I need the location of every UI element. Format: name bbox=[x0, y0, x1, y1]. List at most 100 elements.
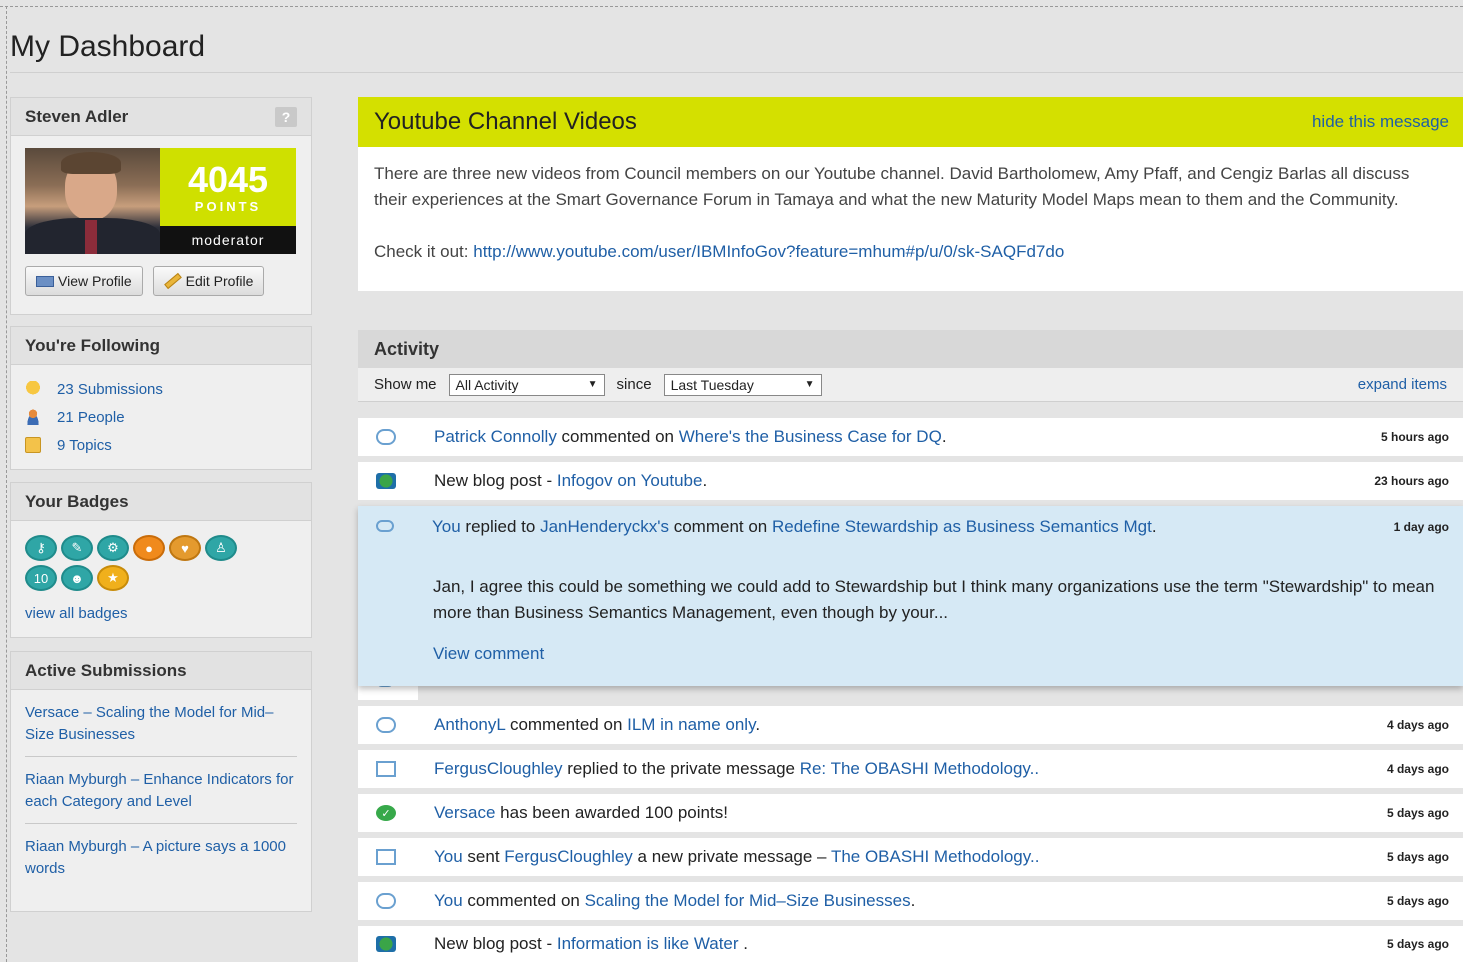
activity-row[interactable]: Patrick Connolly commented on Where's th… bbox=[358, 418, 1463, 456]
comment-excerpt: Jan, I agree this could be something we … bbox=[433, 577, 1435, 622]
star-badge-icon[interactable]: ★ bbox=[97, 565, 129, 591]
expand-items-link[interactable]: expand items bbox=[1358, 376, 1447, 393]
target-link[interactable]: ILM in name only bbox=[627, 715, 755, 734]
youtube-link[interactable]: http://www.youtube.com/user/IBMInfoGov?f… bbox=[473, 242, 1064, 261]
wrench-badge-icon[interactable]: ✎ bbox=[61, 535, 93, 561]
actor-link[interactable]: FergusCloughley bbox=[434, 759, 563, 778]
row-text: commented on bbox=[462, 891, 585, 910]
row-time: 4 days ago bbox=[1386, 762, 1449, 776]
mail-icon bbox=[376, 849, 396, 865]
following-header: You're Following bbox=[11, 327, 311, 365]
row-time: 1 day ago bbox=[1393, 520, 1449, 534]
pencil-icon bbox=[163, 272, 182, 290]
target-link[interactable]: Redefine Stewardship as Business Semanti… bbox=[772, 517, 1152, 536]
following-topics[interactable]: 9 Topics bbox=[25, 431, 297, 459]
submissions-panel: Active Submissions Versace – Scaling the… bbox=[10, 651, 312, 912]
activity-type-select[interactable]: All Activity ▼ bbox=[448, 373, 605, 396]
badges-panel: Your Badges ⚷ ✎ ⚙ ● ♥ ♙ 10 ☻ ★ view all … bbox=[10, 482, 312, 638]
role-badge: moderator bbox=[160, 226, 296, 254]
submission-link[interactable]: Versace – Scaling the Model for Mid–Size… bbox=[25, 704, 273, 743]
hide-message-link[interactable]: hide this message bbox=[1312, 112, 1449, 132]
help-icon[interactable]: ? bbox=[275, 106, 297, 127]
actor-link[interactable]: You bbox=[432, 517, 461, 536]
actor-link[interactable]: AnthonyL bbox=[434, 715, 505, 734]
gear-badge-icon[interactable]: ⚙ bbox=[97, 535, 129, 561]
view-all-badges-link[interactable]: view all badges bbox=[25, 605, 128, 622]
target-link[interactable]: Re: The OBASHI Methodology.. bbox=[800, 759, 1039, 778]
submission-item[interactable]: Riaan Myburgh – Enhance Indicators for e… bbox=[25, 757, 297, 824]
submission-link[interactable]: Riaan Myburgh – A picture says a 1000 wo… bbox=[25, 838, 286, 877]
group-badge-icon[interactable]: ☻ bbox=[61, 565, 93, 591]
profile-name: Steven Adler bbox=[25, 106, 129, 126]
avatar[interactable] bbox=[25, 148, 160, 254]
row-time: 5 days ago bbox=[1386, 894, 1449, 908]
row-text: has been awarded 100 points! bbox=[495, 803, 728, 822]
view-comment-link[interactable]: View comment bbox=[433, 644, 544, 663]
following-topics-link[interactable]: 9 Topics bbox=[57, 437, 112, 454]
row-text: sent bbox=[462, 847, 505, 866]
page-title: My Dashboard bbox=[10, 30, 206, 63]
actor-link[interactable]: You bbox=[434, 891, 463, 910]
speech-badge-icon[interactable]: ● bbox=[133, 535, 165, 561]
activity-row[interactable]: You sent FergusCloughley a new private m… bbox=[358, 838, 1463, 876]
target-link[interactable]: Where's the Business Case for DQ bbox=[679, 427, 942, 446]
actor-link[interactable]: You bbox=[434, 847, 463, 866]
following-people[interactable]: 21 People bbox=[25, 403, 297, 431]
submission-link[interactable]: Riaan Myburgh – Enhance Indicators for e… bbox=[25, 771, 293, 810]
row-text: replied to the private message bbox=[562, 759, 800, 778]
comment-icon bbox=[376, 717, 396, 733]
profile-header: Steven Adler ? bbox=[11, 98, 311, 136]
check-icon: ✓ bbox=[376, 805, 396, 821]
actor-link[interactable]: Patrick Connolly bbox=[434, 427, 557, 446]
points-value: 4045 bbox=[187, 158, 269, 200]
lightbulb-icon bbox=[25, 381, 41, 397]
mail-icon bbox=[376, 761, 396, 777]
ten-badge-icon[interactable]: 10 bbox=[25, 565, 57, 591]
comment-icon bbox=[376, 520, 394, 532]
activity-row[interactable]: New blog post - Infogov on Youtube. 23 h… bbox=[358, 462, 1463, 500]
activity-type-value: All Activity bbox=[455, 376, 519, 393]
target-link[interactable]: Scaling the Model for Mid–Size Businesse… bbox=[585, 891, 911, 910]
view-profile-label: View Profile bbox=[58, 273, 132, 289]
actor-link[interactable]: Versace bbox=[434, 803, 495, 822]
activity-row[interactable]: You commented on Scaling the Model for M… bbox=[358, 882, 1463, 920]
following-submissions[interactable]: 23 Submissions bbox=[25, 375, 297, 403]
activity-row[interactable]: ✓ Versace has been awarded 100 points! 5… bbox=[358, 794, 1463, 832]
topic-icon bbox=[25, 437, 41, 453]
row-time: 5 days ago bbox=[1386, 937, 1449, 951]
row-text: commented on bbox=[556, 427, 679, 446]
points-box: 4045 POINTS moderator bbox=[160, 148, 296, 254]
expanded-activity-popup[interactable]: You replied to JanHenderyckx's comment o… bbox=[358, 506, 1463, 686]
target-link[interactable]: The OBASHI Methodology.. bbox=[831, 847, 1040, 866]
submission-item[interactable]: Versace – Scaling the Model for Mid–Size… bbox=[25, 690, 297, 757]
view-profile-button[interactable]: View Profile bbox=[25, 266, 143, 296]
key-badge-icon[interactable]: ⚷ bbox=[25, 535, 57, 561]
heart-badge-icon[interactable]: ♥ bbox=[169, 535, 201, 561]
row-text: . bbox=[755, 715, 761, 734]
edit-profile-button[interactable]: Edit Profile bbox=[152, 266, 265, 296]
submission-item[interactable]: Riaan Myburgh – A picture says a 1000 wo… bbox=[25, 824, 297, 890]
since-select[interactable]: Last Tuesday ▼ bbox=[663, 373, 822, 396]
target-link[interactable]: Infogov on Youtube bbox=[557, 471, 703, 490]
activity-row[interactable]: FergusCloughley replied to the private m… bbox=[358, 750, 1463, 788]
row-text: a new private message – bbox=[632, 847, 831, 866]
activity-title: Activity bbox=[358, 330, 1463, 368]
activity-row[interactable]: AnthonyL commented on ILM in name only. … bbox=[358, 706, 1463, 744]
person-badge-icon[interactable]: ♙ bbox=[205, 535, 237, 561]
target-link[interactable]: Information is like Water bbox=[557, 934, 743, 953]
show-me-label: Show me bbox=[374, 376, 437, 393]
youtube-message: Youtube Channel Videos hide this message… bbox=[358, 97, 1463, 291]
row-time: 23 hours ago bbox=[1374, 474, 1449, 488]
user-link[interactable]: FergusCloughley bbox=[504, 847, 633, 866]
user-link[interactable]: JanHenderyckx's bbox=[540, 517, 669, 536]
dropdown-arrow-icon: ▼ bbox=[804, 379, 815, 390]
following-submissions-link[interactable]: 23 Submissions bbox=[57, 381, 163, 398]
following-panel: You're Following 23 Submissions 21 Peopl… bbox=[10, 326, 312, 470]
following-people-link[interactable]: 21 People bbox=[57, 409, 125, 426]
row-text: comment on bbox=[669, 517, 772, 536]
row-text: . bbox=[1151, 517, 1157, 536]
activity-row[interactable]: New blog post - Information is like Wate… bbox=[358, 926, 1463, 962]
row-time: 5 days ago bbox=[1386, 806, 1449, 820]
row-text: . bbox=[941, 427, 947, 446]
message-body: There are three new videos from Council … bbox=[374, 164, 1410, 209]
